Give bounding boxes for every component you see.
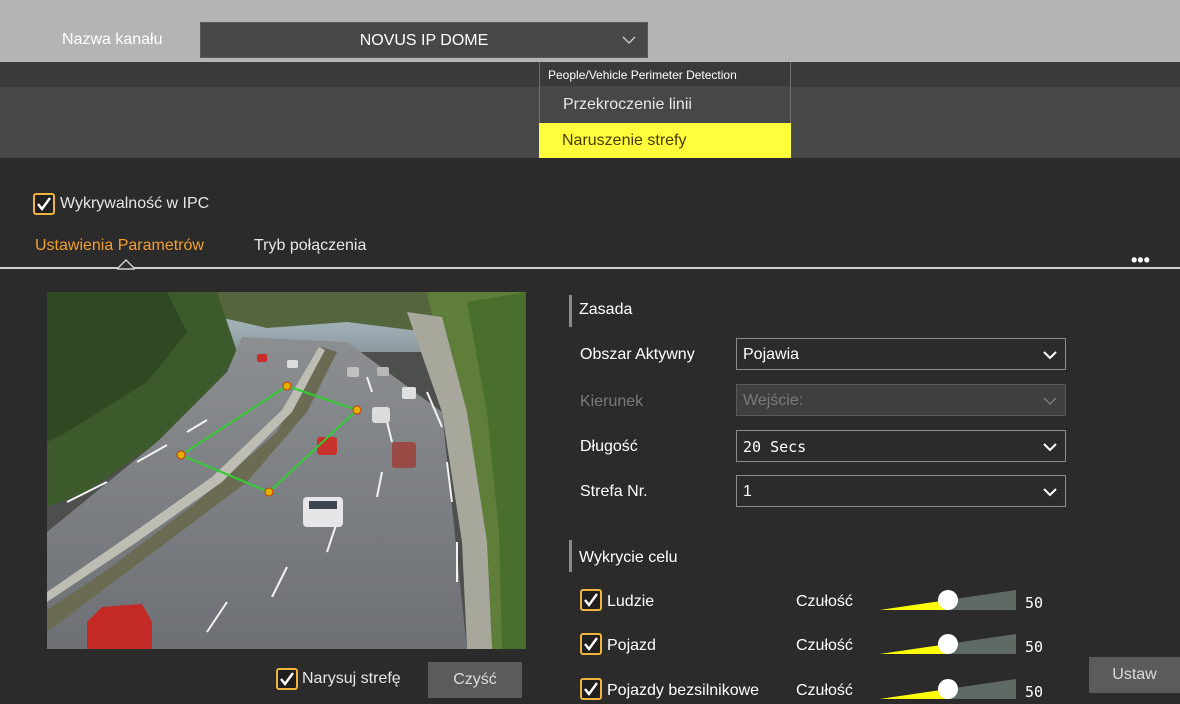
people-label: Ludzie [607, 593, 655, 610]
chevron-down-icon [1043, 397, 1057, 406]
chevron-down-icon [1043, 443, 1057, 452]
channel-bar: Nazwa kanału NOVUS IP DOME [0, 0, 1180, 62]
ipc-detection-label: Wykrywalność w IPC [60, 195, 210, 212]
check-icon [584, 593, 598, 607]
section-marker [569, 540, 572, 572]
vehicle-checkbox[interactable] [580, 633, 602, 655]
section-marker [569, 295, 572, 327]
check-icon [584, 637, 598, 651]
zone-number-value: 1 [743, 483, 752, 500]
non-motor-vehicle-sensitivity-label: Czułość [796, 682, 853, 699]
clear-button[interactable]: Czyść [428, 662, 522, 698]
ipc-detection-checkbox[interactable] [33, 193, 55, 215]
duration-value: 20 Secs [743, 438, 807, 456]
people-checkbox[interactable] [580, 589, 602, 611]
active-tab-indicator [117, 258, 135, 270]
menu-item-line-crossing[interactable]: Przekroczenie linii [540, 86, 790, 122]
tab-underline [0, 267, 1180, 269]
check-icon [280, 672, 294, 686]
direction-label: Kierunek [580, 393, 644, 410]
channel-select[interactable]: NOVUS IP DOME [200, 22, 648, 58]
draw-zone-checkbox[interactable] [276, 668, 298, 690]
non-motor-vehicle-label: Pojazdy bezsilnikowe [607, 682, 760, 699]
vehicle-sensitivity-label: Czułość [796, 637, 853, 654]
direction-select: Wejście: [736, 384, 1066, 416]
tab-parameter-settings[interactable]: Ustawienia Parametrów [35, 237, 204, 255]
active-area-value: Pojawia [743, 346, 800, 363]
draw-zone-label: Narysuj strefę [302, 670, 401, 687]
channel-value: NOVUS IP DOME [359, 32, 489, 49]
zone-number-label: Strefa Nr. [580, 483, 648, 500]
vehicle-sensitivity-value: 50 [1025, 638, 1044, 656]
vehicle-sensitivity-slider[interactable] [880, 632, 1016, 656]
active-area-select[interactable]: Pojawia [736, 338, 1066, 370]
vehicle-label: Pojazd [607, 637, 656, 654]
video-preview[interactable] [47, 292, 526, 649]
tab-linkage-mode[interactable]: Tryb połączenia [254, 237, 366, 255]
more-options-icon[interactable]: ••• [1131, 250, 1150, 271]
channel-label: Nazwa kanału [62, 31, 163, 48]
menu-item-intrusion[interactable]: Naruszenie strefy [539, 123, 791, 158]
check-icon [584, 682, 598, 696]
menu-header: People/Vehicle Perimeter Detection [540, 62, 790, 86]
active-area-label: Obszar Aktywny [580, 346, 695, 363]
people-sensitivity-slider[interactable] [880, 588, 1016, 612]
non-motor-vehicle-sensitivity-slider[interactable] [880, 677, 1016, 701]
target-section-title: Wykrycie celu [579, 549, 678, 566]
duration-label: Długość [580, 438, 638, 455]
non-motor-vehicle-sensitivity-value: 50 [1025, 683, 1044, 701]
people-sensitivity-value: 50 [1025, 594, 1044, 612]
non-motor-vehicle-checkbox[interactable] [580, 678, 602, 700]
chevron-down-icon [622, 36, 636, 44]
direction-value: Wejście: [743, 392, 804, 409]
duration-select[interactable]: 20 Secs [736, 430, 1066, 462]
chevron-down-icon [1043, 351, 1057, 360]
chevron-down-icon [1043, 488, 1057, 497]
zone-number-select[interactable]: 1 [736, 475, 1066, 507]
highway-scene [47, 292, 526, 649]
check-icon [37, 197, 51, 211]
people-sensitivity-label: Czułość [796, 593, 853, 610]
rule-section-title: Zasada [579, 301, 633, 318]
set-button[interactable]: Ustaw [1089, 657, 1180, 693]
